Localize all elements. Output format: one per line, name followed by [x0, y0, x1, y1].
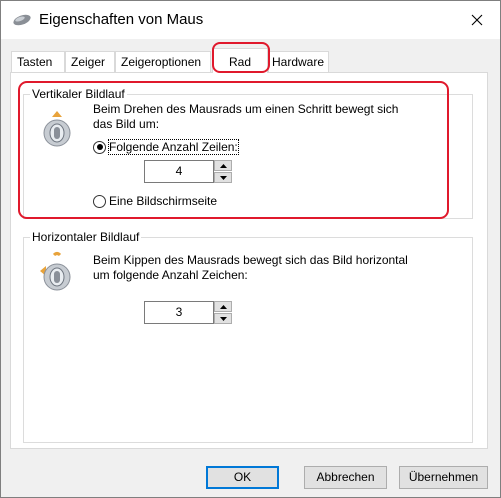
rad-tab-highlight	[212, 42, 270, 73]
ok-button[interactable]: OK	[206, 466, 279, 489]
mouse-properties-window: Eigenschaften von Maus Tasten Zeiger Zei…	[0, 0, 501, 498]
horizontal-description-line2: um folgende Anzahl Zeichen:	[93, 268, 248, 282]
chars-spin-down-button[interactable]	[214, 313, 232, 324]
chars-spin-up-button[interactable]	[214, 301, 232, 312]
close-icon	[471, 14, 483, 26]
caret-down-icon	[219, 316, 227, 321]
chars-value-input[interactable]: 3	[144, 301, 214, 324]
apply-button[interactable]: Übernehmen	[399, 466, 488, 489]
caret-up-icon	[219, 304, 227, 309]
tab-hardware[interactable]: Hardware	[268, 51, 329, 72]
close-button[interactable]	[454, 1, 500, 39]
vertical-scroll-highlight	[18, 81, 449, 219]
tab-zeiger[interactable]: Zeiger	[65, 51, 115, 72]
window-title: Eigenschaften von Maus	[39, 11, 204, 28]
tab-zeigeroptionen[interactable]: Zeigeroptionen	[115, 51, 211, 72]
horizontal-scroll-legend: Horizontaler Bildlauf	[30, 230, 142, 244]
cancel-button[interactable]: Abbrechen	[304, 466, 387, 489]
chars-spinner[interactable]: 3	[144, 301, 232, 324]
title-bar: Eigenschaften von Maus	[1, 1, 500, 39]
horizontal-description-line1: Beim Kippen des Mausrads bewegt sich das…	[93, 253, 408, 267]
mouse-wheel-horizontal-icon	[38, 251, 76, 296]
mouse-icon	[12, 13, 32, 27]
tab-tasten[interactable]: Tasten	[11, 51, 65, 72]
